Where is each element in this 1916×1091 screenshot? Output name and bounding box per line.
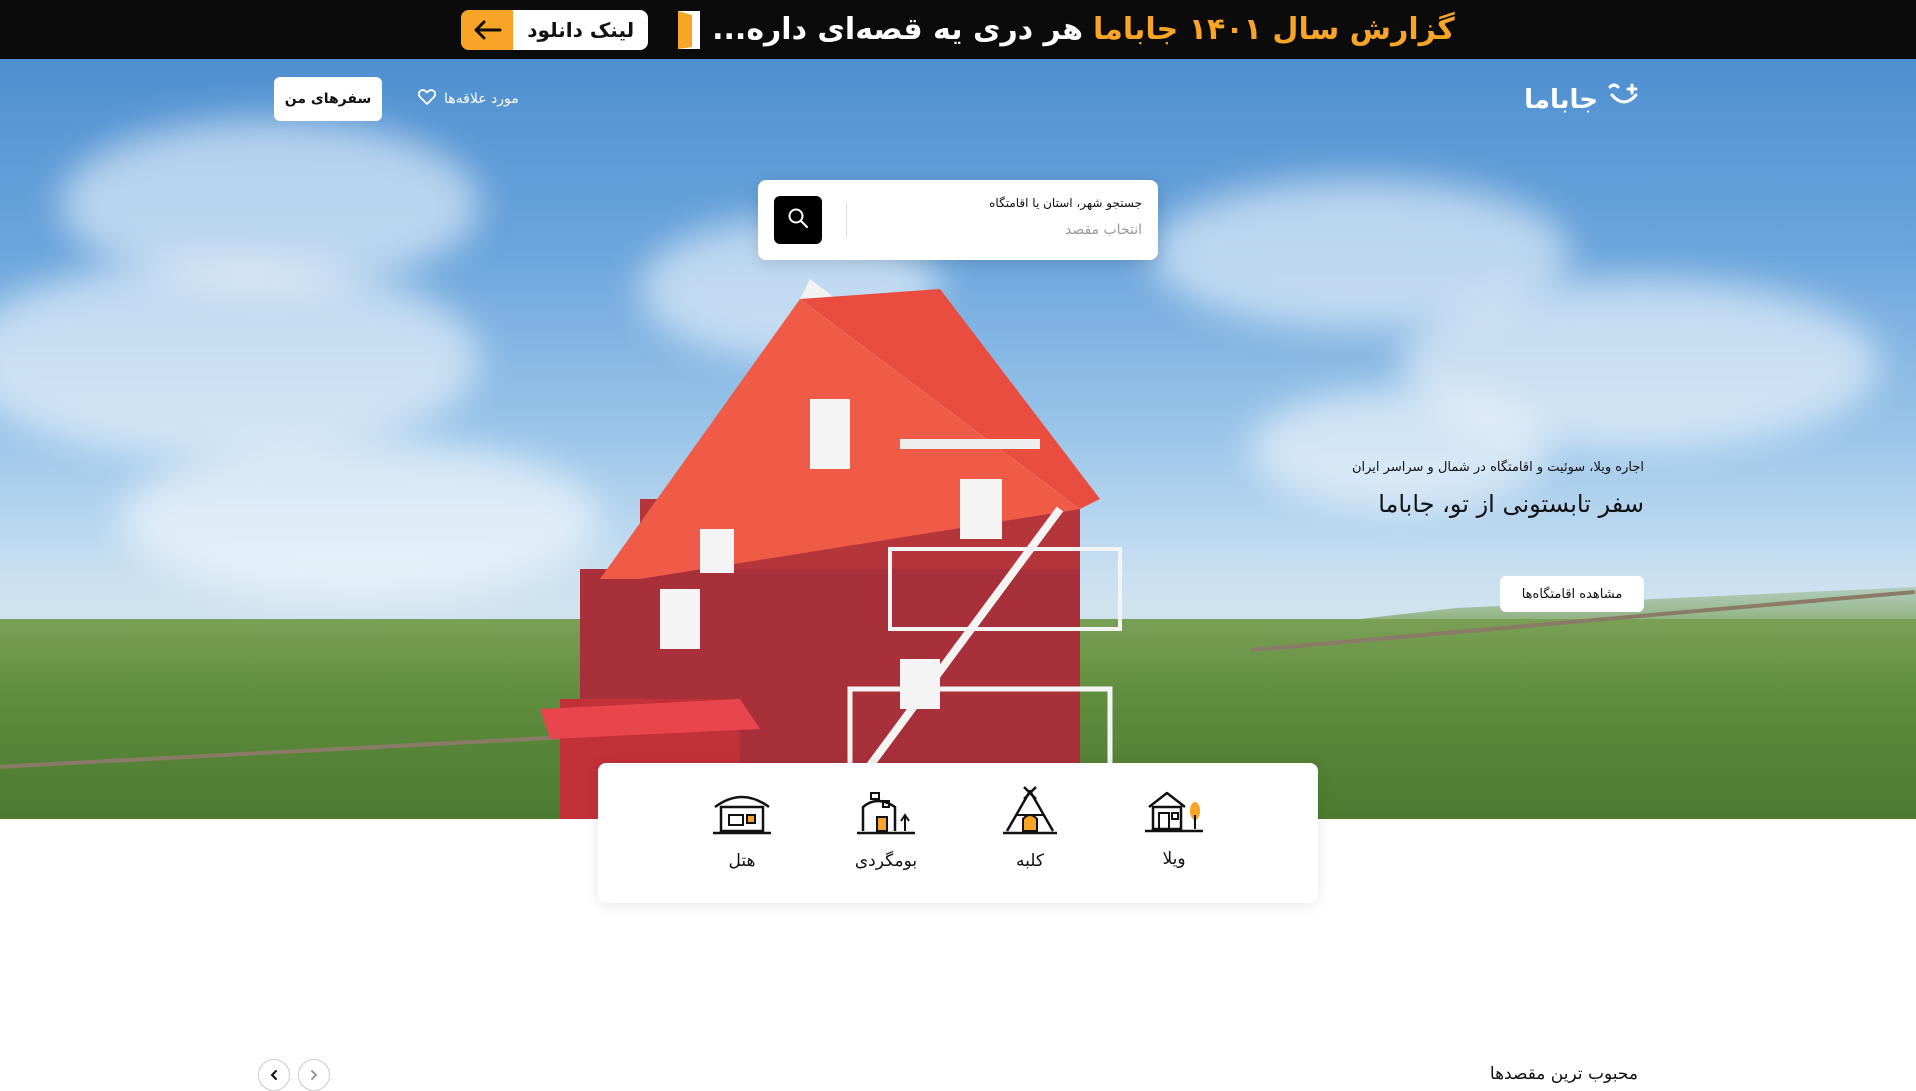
search-box: جستجو شهر، استان یا اقامتگاه: [758, 180, 1158, 260]
hotel-icon: [711, 785, 773, 841]
promo-accent-text: گزارش سال ۱۴۰۱ جاباما: [1093, 12, 1455, 47]
my-trips-button[interactable]: سفرهای من: [274, 77, 382, 121]
category-label: بومگردی: [854, 851, 918, 871]
category-hotel[interactable]: هتل: [711, 785, 773, 903]
chevron-left-icon: [268, 1066, 280, 1085]
destination-input[interactable]: [862, 222, 1142, 238]
promo-headline: گزارش سال ۱۴۰۱ جاباما هر دری یه قصه‌ای د…: [676, 9, 1455, 51]
house-photo: [540, 279, 1122, 819]
search-button[interactable]: [774, 196, 822, 244]
favorites-label: مورد علاقه‌ها: [444, 91, 519, 107]
promo-white-text: هر دری یه قصه‌ای داره...: [712, 12, 1084, 47]
category-villa[interactable]: ویلا: [1143, 785, 1205, 903]
hero-banner: [0, 59, 1916, 819]
cabin-icon: [999, 785, 1061, 841]
download-link-button[interactable]: لینک دانلود: [461, 9, 649, 50]
ecolodge-icon: [855, 785, 917, 841]
top-nav: جاباما مورد علاقه‌ها سفرهای من: [0, 59, 1916, 139]
view-accommodations-button[interactable]: مشاهده اقامتگاه‌ها: [1500, 576, 1644, 612]
hero-subtitle: اجاره ویلا، سوئیت و اقامتگاه در شمال و س…: [1351, 460, 1644, 475]
category-label: هتل: [728, 851, 756, 871]
search-divider: [846, 202, 847, 238]
chevron-right-icon: [308, 1066, 320, 1085]
hero-title: سفر تابستونی از تو، جاباما: [1378, 490, 1644, 518]
category-label: ویلا: [1162, 849, 1186, 869]
arrow-left-icon: [461, 9, 514, 50]
download-link-label: لینک دانلود: [527, 17, 635, 42]
villa-icon: [1143, 785, 1205, 839]
category-label: کلبه: [1016, 851, 1044, 871]
search-label: جستجو شهر، استان یا اقامتگاه: [989, 196, 1142, 210]
promo-banner[interactable]: لینک دانلود گزارش سال ۱۴۰۱ جاباما هر دری…: [0, 0, 1916, 59]
smile-logo-icon: [1606, 81, 1642, 118]
category-card: ویلا کلبه بومگردی هتل: [598, 763, 1318, 903]
favorites-link[interactable]: مورد علاقه‌ها: [417, 89, 519, 109]
carousel-next-button[interactable]: [298, 1059, 330, 1091]
door-icon: [676, 9, 702, 51]
carousel-prev-button[interactable]: [258, 1059, 290, 1091]
popular-destinations-title: محبوب ترین مقصدها: [1489, 1064, 1638, 1084]
logo-text: جاباما: [1524, 84, 1598, 115]
category-cabin[interactable]: کلبه: [999, 785, 1061, 903]
category-ecolodge[interactable]: بومگردی: [855, 785, 917, 903]
heart-icon: [417, 89, 437, 109]
search-icon: [787, 207, 809, 233]
jabama-logo[interactable]: جاباما: [1524, 81, 1642, 118]
